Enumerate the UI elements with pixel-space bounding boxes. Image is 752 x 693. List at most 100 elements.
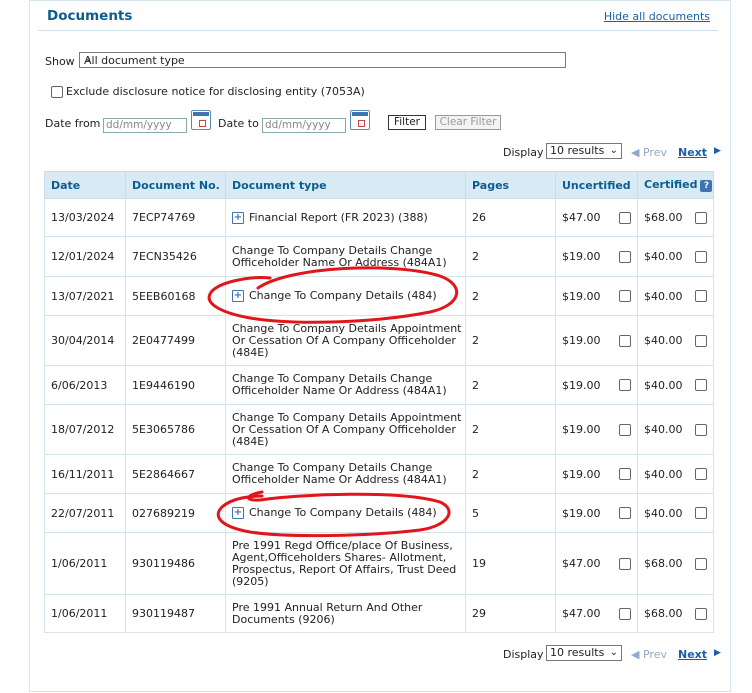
cell-certified: $40.00: [637, 404, 714, 455]
cell-pages: 2: [465, 276, 556, 316]
cell-certified: $40.00: [637, 315, 714, 366]
cell-date: 13/03/2024: [44, 198, 126, 237]
uncertified-checkbox[interactable]: [619, 250, 631, 263]
filter-button[interactable]: Filter: [388, 115, 426, 130]
results-per-page-select[interactable]: 10 results ⌄: [546, 143, 622, 159]
cell-certified: $68.00: [637, 198, 714, 237]
col-date[interactable]: Date: [44, 171, 126, 199]
document-type-text: Pre 1991 Annual Return And Other Documen…: [232, 600, 423, 626]
cell-uncertified: $19.00: [555, 236, 638, 277]
certified-checkbox[interactable]: [695, 557, 707, 570]
certified-checkbox[interactable]: [695, 379, 707, 391]
hide-all-documents-link[interactable]: Hide all documents: [604, 10, 710, 23]
expand-icon[interactable]: +: [232, 211, 244, 224]
cell-certified: $40.00: [637, 493, 714, 533]
table-row: 18/07/2012 5E3065786 Change To Company Det…: [44, 404, 714, 455]
document-type-select[interactable]: All document type ⌄: [79, 52, 566, 68]
document-type-text: Change To Company Details Change Officeh…: [232, 372, 447, 397]
cell-document-no: 5EEB60168: [125, 276, 226, 316]
uncertified-checkbox[interactable]: [619, 211, 631, 224]
certified-header-label: Certified: [644, 178, 698, 191]
col-pages[interactable]: Pages: [465, 171, 556, 199]
chevron-right-icon: ▶: [714, 648, 721, 658]
document-type-text: Change To Company Details (484): [249, 289, 437, 302]
help-icon[interactable]: ?: [700, 180, 713, 192]
date-to-input[interactable]: dd/mm/yyyy: [262, 118, 346, 133]
next-link[interactable]: Next: [678, 648, 707, 661]
certified-checkbox[interactable]: [695, 250, 707, 263]
table-row: 13/03/2024 7ECP74769 + Financial Report (FR…: [44, 198, 714, 237]
certified-checkbox[interactable]: [695, 211, 707, 224]
cell-certified: $68.00: [637, 594, 714, 633]
cell-document-type: Pre 1991 Annual Return And Other Documen…: [225, 594, 466, 633]
cell-uncertified: $19.00: [555, 365, 638, 405]
certified-checkbox[interactable]: [695, 334, 707, 347]
certified-price: $40.00: [644, 334, 683, 347]
expand-icon[interactable]: +: [232, 290, 244, 302]
certified-price: $40.00: [644, 467, 683, 481]
cell-document-no: 5E3065786: [125, 404, 226, 455]
calendar-icon[interactable]: [350, 110, 370, 130]
show-label: Show: [45, 55, 75, 68]
chevron-down-icon: ⌄: [84, 53, 93, 64]
document-type-text: Pre 1991 Regd Office/place Of Business, …: [232, 538, 457, 588]
cell-document-type: Change To Company Details Change Officeh…: [225, 454, 466, 494]
cell-document-no: 7ECP74769: [125, 198, 226, 237]
certified-checkbox[interactable]: [695, 607, 707, 620]
cell-document-no: 1E9446190: [125, 365, 226, 405]
uncertified-checkbox[interactable]: [619, 423, 631, 436]
certified-checkbox[interactable]: [695, 423, 707, 436]
cell-date: 6/06/2013: [44, 365, 126, 405]
uncertified-checkbox[interactable]: [619, 334, 631, 347]
col-document-type[interactable]: Document type: [225, 171, 466, 199]
uncertified-checkbox[interactable]: [619, 507, 631, 519]
results-per-page-select[interactable]: 10 results ⌄: [546, 645, 622, 661]
cell-uncertified: $47.00: [555, 594, 638, 633]
exclude-disclosure-option[interactable]: Exclude disclosure notice for disclosing…: [51, 85, 365, 98]
document-type-text: Change To Company Details Change Officeh…: [232, 461, 447, 486]
uncertified-price: $19.00: [562, 289, 601, 303]
uncertified-price: $47.00: [562, 607, 601, 620]
cell-certified: $40.00: [637, 365, 714, 405]
uncertified-checkbox[interactable]: [619, 290, 631, 302]
certified-price: $40.00: [644, 506, 683, 520]
uncertified-checkbox[interactable]: [619, 557, 631, 570]
cell-uncertified: $19.00: [555, 315, 638, 366]
uncertified-price: $19.00: [562, 506, 601, 520]
next-link[interactable]: Next: [678, 146, 707, 159]
uncertified-checkbox[interactable]: [619, 607, 631, 620]
chevron-right-icon: ▶: [714, 146, 721, 156]
cell-pages: 29: [465, 594, 556, 633]
certified-checkbox[interactable]: [695, 290, 707, 302]
calendar-icon[interactable]: [191, 110, 211, 130]
exclude-disclosure-checkbox[interactable]: [51, 86, 63, 98]
table-row: 16/11/2011 5E2864667 Change To Company Det…: [44, 454, 714, 494]
uncertified-price: $19.00: [562, 250, 601, 263]
cell-date: 12/01/2024: [44, 236, 126, 277]
cell-document-no: 027689219: [125, 493, 226, 533]
uncertified-price: $19.00: [562, 423, 601, 436]
results-per-page-value: 10 results: [550, 646, 605, 659]
cell-document-no: 7ECN35426: [125, 236, 226, 277]
uncertified-checkbox[interactable]: [619, 379, 631, 391]
date-from-input[interactable]: dd/mm/yyyy: [103, 118, 187, 133]
cell-document-type: Change To Company Details Appointment Or…: [225, 404, 466, 455]
col-document-no[interactable]: Document No.: [125, 171, 226, 199]
cell-uncertified: $47.00: [555, 198, 638, 237]
certified-price: $40.00: [644, 289, 683, 303]
pagination-top: Display 10 results ⌄ ◀ Prev Next ▶: [503, 143, 723, 159]
uncertified-checkbox[interactable]: [619, 468, 631, 480]
cell-document-type: Change To Company Details Appointment Or…: [225, 315, 466, 366]
certified-checkbox[interactable]: [695, 507, 707, 519]
expand-icon[interactable]: +: [232, 507, 244, 519]
clear-filter-button[interactable]: Clear Filter: [435, 115, 501, 130]
cell-date: 16/11/2011: [44, 454, 126, 494]
cell-document-type: + Change To Company Details (484): [225, 493, 466, 533]
cell-uncertified: $47.00: [555, 532, 638, 595]
exclude-disclosure-label: Exclude disclosure notice for disclosing…: [66, 85, 365, 98]
certified-checkbox[interactable]: [695, 468, 707, 480]
uncertified-price: $47.00: [562, 557, 601, 570]
cell-uncertified: $19.00: [555, 493, 638, 533]
certified-price: $40.00: [644, 250, 683, 263]
document-type-text: Change To Company Details Appointment Or…: [232, 410, 462, 448]
